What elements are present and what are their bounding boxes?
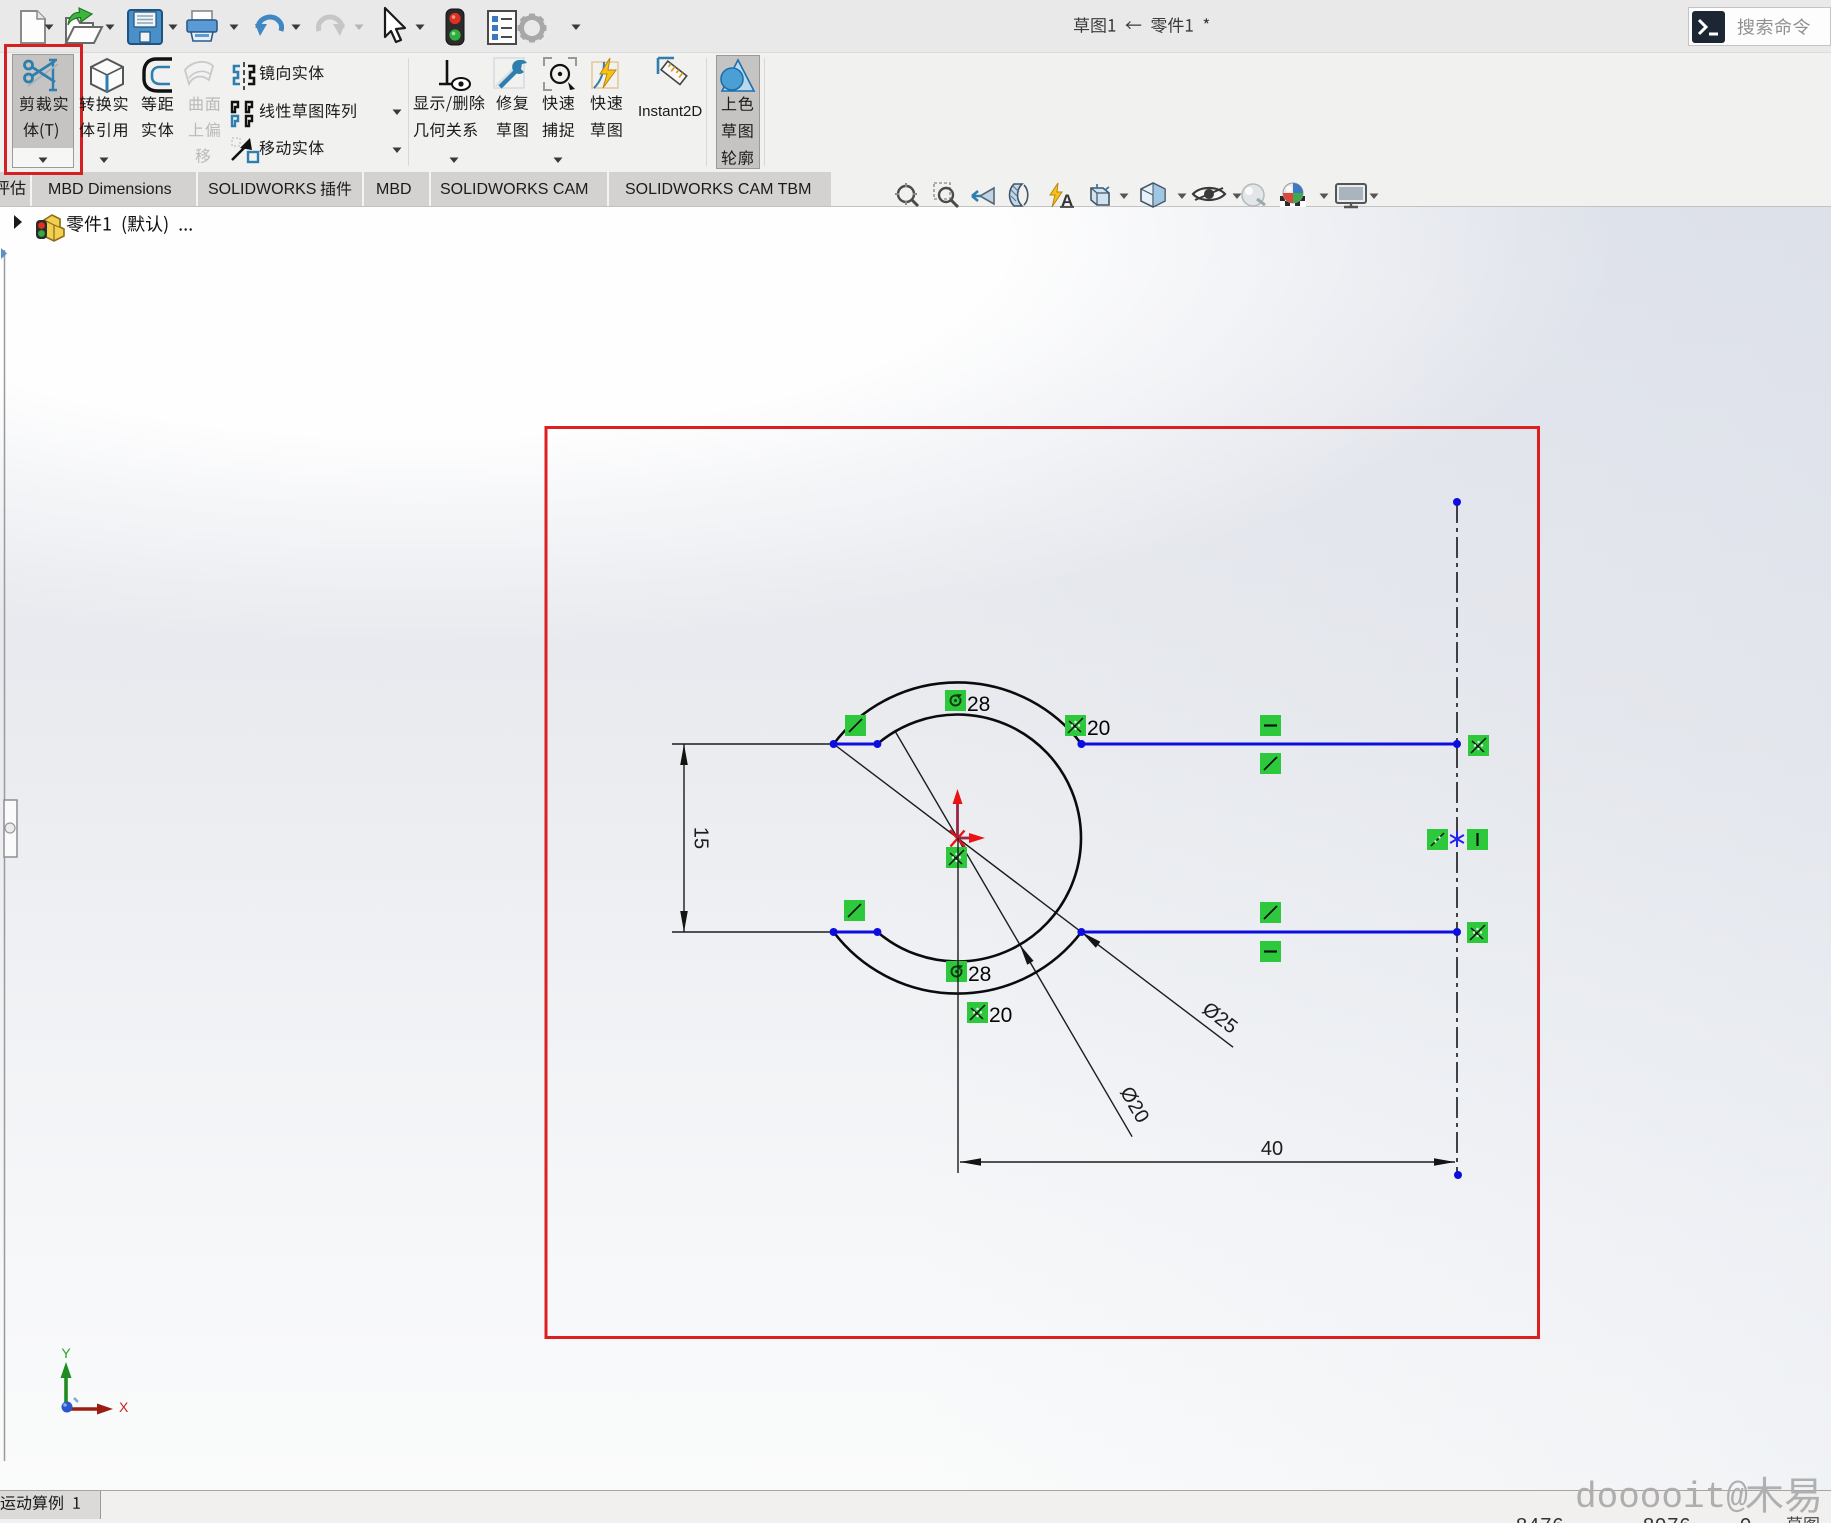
svg-text:20: 20 — [1087, 717, 1110, 740]
svg-text:X: X — [119, 1399, 129, 1415]
svg-text:Y: Y — [61, 1345, 71, 1361]
svg-text:40: 40 — [1261, 1138, 1283, 1160]
svg-text:28: 28 — [968, 963, 991, 986]
svg-text:20: 20 — [989, 1004, 1012, 1027]
svg-text:28: 28 — [967, 693, 990, 716]
svg-text:Ø20: Ø20 — [1115, 1083, 1153, 1127]
svg-text:Ø25: Ø25 — [1198, 998, 1241, 1038]
svg-text:15: 15 — [690, 827, 712, 849]
